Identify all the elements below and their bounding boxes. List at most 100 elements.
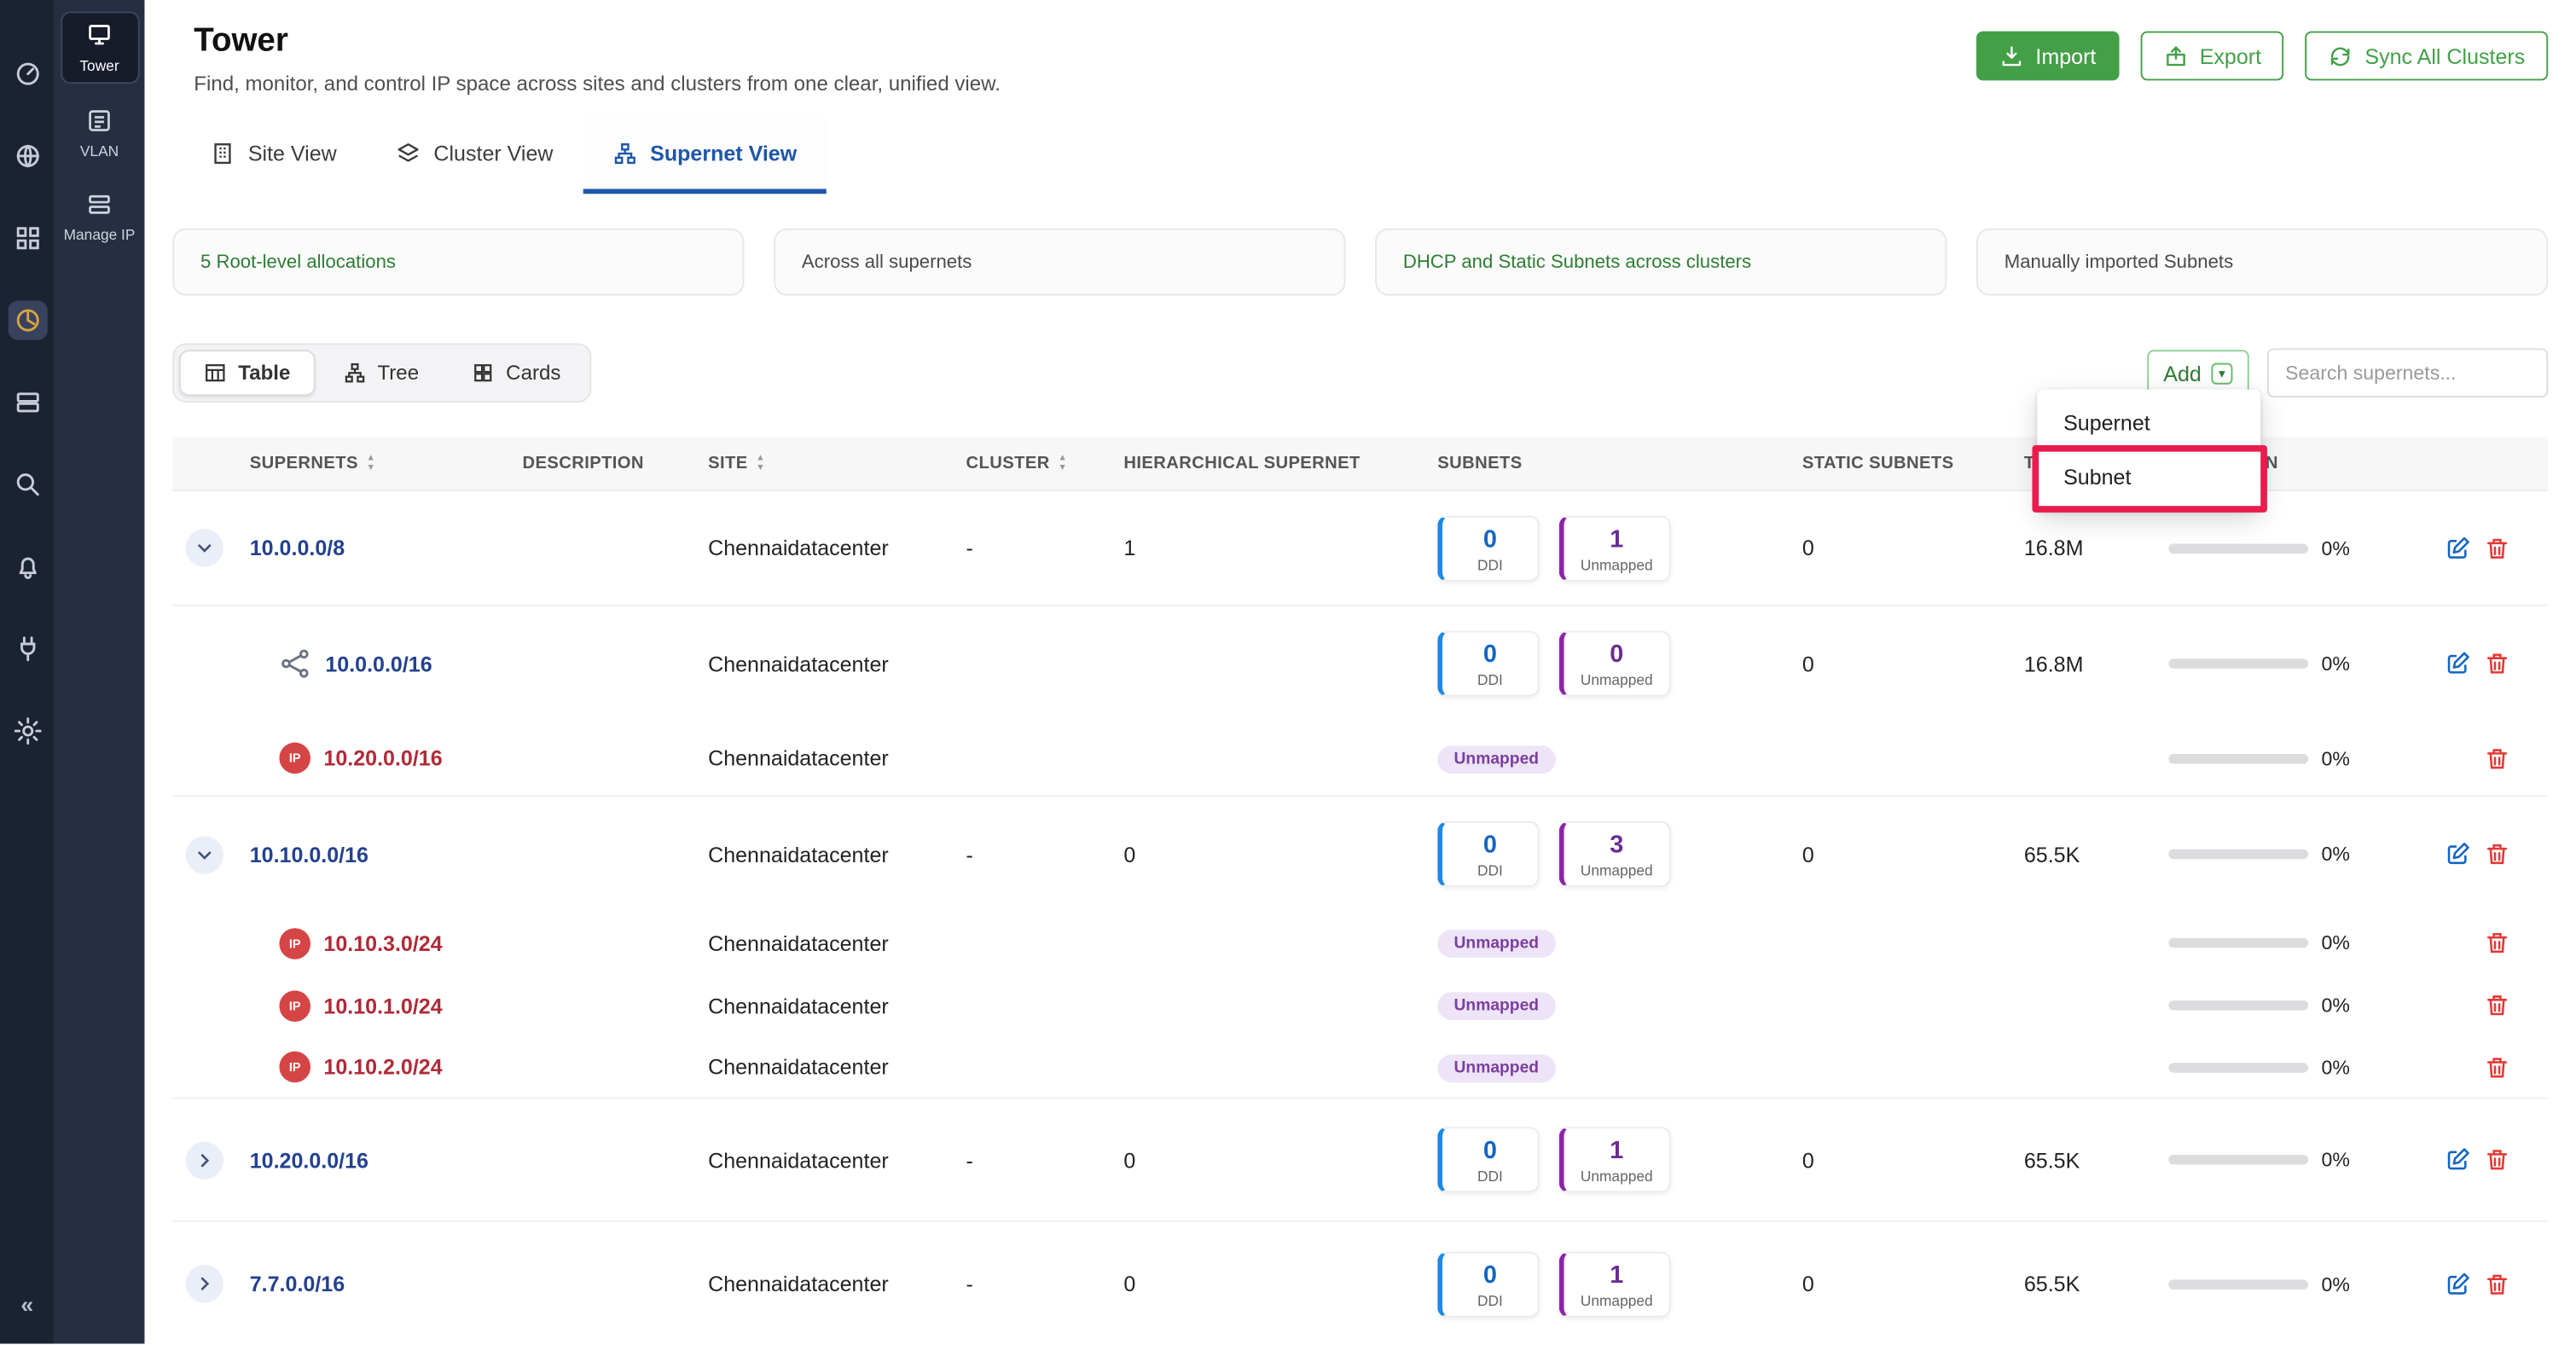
- view-tree-button[interactable]: Tree: [318, 350, 444, 396]
- site-value: Chennaidatacenter: [708, 652, 966, 676]
- ip-pin-icon: IP: [279, 1052, 310, 1083]
- tab-site-view[interactable]: Site View: [181, 119, 367, 194]
- search-icon[interactable]: [11, 468, 44, 501]
- supernet-link[interactable]: 10.10.0.0/16: [250, 842, 368, 867]
- utilization-value: 0%: [2321, 994, 2349, 1017]
- import-button[interactable]: Import: [1976, 32, 2119, 81]
- ip-pin-icon: IP: [279, 989, 310, 1021]
- static-subnets-value: 0: [1802, 652, 2024, 676]
- edit-button[interactable]: [2443, 840, 2471, 868]
- dns-globe-icon[interactable]: [11, 140, 44, 173]
- table-row: 10.10.0.0/16 Chennaidatacenter - 0 0DDI …: [172, 797, 2548, 912]
- edit-button[interactable]: [2443, 1145, 2471, 1174]
- utilization-bar: [2168, 753, 2308, 763]
- utilization-value: 0%: [2321, 1148, 2349, 1171]
- delete-button[interactable]: [2482, 1145, 2510, 1174]
- apps-grid-icon[interactable]: [11, 222, 44, 255]
- view-table-button[interactable]: Table: [179, 350, 315, 396]
- expand-row-button[interactable]: [186, 1141, 223, 1179]
- delete-button[interactable]: [2482, 1270, 2510, 1298]
- hierarchical-value: 0: [1123, 842, 1437, 867]
- ip-pin-icon: IP: [279, 743, 310, 774]
- view-cards-button[interactable]: Cards: [447, 350, 585, 396]
- ip-pin-icon: IP: [279, 927, 310, 959]
- sidebar-item-tower[interactable]: Tower: [60, 11, 138, 84]
- cluster-value: -: [966, 1272, 1123, 1296]
- utilization-bar: [2168, 1155, 2308, 1165]
- utilization-bar: [2168, 849, 2308, 860]
- table-row: 10.0.0.0/16 Chennaidatacenter 0DDI 0Unma…: [172, 606, 2548, 722]
- stat-card-imported: Manually imported Subnets: [1976, 229, 2548, 296]
- supernet-link[interactable]: 10.0.0.0/8: [250, 536, 345, 560]
- delete-button[interactable]: [2482, 991, 2510, 1019]
- servers-icon[interactable]: [11, 386, 44, 420]
- subnet-link[interactable]: 10.10.3.0/24: [323, 930, 442, 955]
- app-window: « Tower VLAN Manage IP Tower Find,: [0, 0, 2576, 1343]
- unmapped-subnets-stat: 3Unmapped: [1559, 821, 1671, 887]
- ddi-subnets-stat: 0DDI: [1437, 1127, 1539, 1192]
- utilization-value: 0%: [2321, 1055, 2349, 1078]
- sidebar-item-label: Manage IP: [64, 227, 136, 243]
- supernet-link[interactable]: 7.7.0.0/16: [250, 1272, 345, 1296]
- search-input[interactable]: [2267, 348, 2548, 397]
- subnet-link[interactable]: 10.10.1.0/24: [323, 993, 442, 1017]
- sort-icon[interactable]: ▲▼: [1058, 453, 1067, 472]
- dashboard-icon[interactable]: [11, 57, 44, 90]
- utilization-value: 0%: [2321, 931, 2349, 954]
- add-dropdown-menu: Supernet Subnet: [2037, 389, 2260, 511]
- menu-item-supernet[interactable]: Supernet: [2037, 396, 2260, 450]
- tree-view-icon: [343, 362, 366, 385]
- stat-card-root-allocations: 5 Root-level allocations: [172, 229, 744, 296]
- view-toggle: Table Tree Cards: [172, 344, 592, 403]
- subnet-link[interactable]: 10.20.0.0/16: [323, 745, 442, 770]
- stat-cards: 5 Root-level allocations Across all supe…: [172, 229, 2548, 296]
- sidebar-item-manage-ip[interactable]: Manage IP: [60, 183, 138, 252]
- settings-gear-icon[interactable]: [11, 715, 44, 748]
- delete-button[interactable]: [2482, 744, 2510, 772]
- table-row: IP10.10.3.0/24 Chennaidatacenter Unmappe…: [172, 912, 2548, 974]
- collapse-sidebar-button[interactable]: «: [0, 1291, 55, 1318]
- ddi-subnets-stat: 0DDI: [1437, 515, 1539, 581]
- table-row: IP10.10.1.0/24 Chennaidatacenter Unmappe…: [172, 974, 2548, 1036]
- tab-supernet-view[interactable]: Supernet View: [583, 119, 827, 194]
- tab-cluster-view[interactable]: Cluster View: [366, 119, 583, 194]
- table-row: 10.20.0.0/16 Chennaidatacenter - 0 0DDI …: [172, 1099, 2548, 1222]
- integrations-plug-icon[interactable]: [11, 633, 44, 666]
- site-value: Chennaidatacenter: [708, 1147, 966, 1172]
- notifications-bell-icon[interactable]: [11, 550, 44, 583]
- utilization-bar: [2168, 1062, 2308, 1072]
- total-ips-value: 65.5K: [2024, 1272, 2168, 1296]
- cards-view-icon: [472, 362, 495, 385]
- delete-button[interactable]: [2482, 840, 2510, 868]
- subnet-link[interactable]: 10.0.0.0/16: [325, 652, 432, 676]
- delete-button[interactable]: [2482, 650, 2510, 678]
- unmapped-badge: Unmapped: [1437, 992, 1555, 1020]
- network-share-icon: [279, 647, 312, 681]
- delete-button[interactable]: [2482, 534, 2510, 562]
- utilization-bar: [2168, 1278, 2308, 1289]
- utilization-bar: [2168, 658, 2308, 669]
- edit-button[interactable]: [2443, 534, 2471, 562]
- menu-item-subnet[interactable]: Subnet: [2037, 450, 2260, 505]
- ipam-module-icon[interactable]: [8, 300, 47, 339]
- subnet-link[interactable]: 10.10.2.0/24: [323, 1055, 442, 1080]
- total-ips-value: 16.8M: [2024, 652, 2168, 676]
- sort-icon[interactable]: ▲▼: [756, 453, 765, 472]
- page-header: Tower Find, monitor, and control IP spac…: [144, 0, 2576, 96]
- collapse-row-button[interactable]: [186, 529, 223, 566]
- delete-button[interactable]: [2482, 1053, 2510, 1081]
- sidebar-item-vlan[interactable]: VLAN: [60, 99, 138, 168]
- sync-all-clusters-button[interactable]: Sync All Clusters: [2306, 32, 2548, 81]
- utilization-bar: [2168, 1000, 2308, 1011]
- collapse-row-button[interactable]: [186, 835, 223, 873]
- edit-button[interactable]: [2443, 650, 2471, 678]
- site-value: Chennaidatacenter: [708, 1055, 966, 1080]
- import-icon: [1999, 43, 2024, 68]
- export-button[interactable]: Export: [2140, 32, 2284, 81]
- expand-row-button[interactable]: [186, 1265, 223, 1302]
- export-icon: [2163, 43, 2188, 68]
- sort-icon[interactable]: ▲▼: [366, 453, 375, 472]
- supernet-link[interactable]: 10.20.0.0/16: [250, 1147, 368, 1172]
- edit-button[interactable]: [2443, 1270, 2471, 1298]
- delete-button[interactable]: [2482, 929, 2510, 957]
